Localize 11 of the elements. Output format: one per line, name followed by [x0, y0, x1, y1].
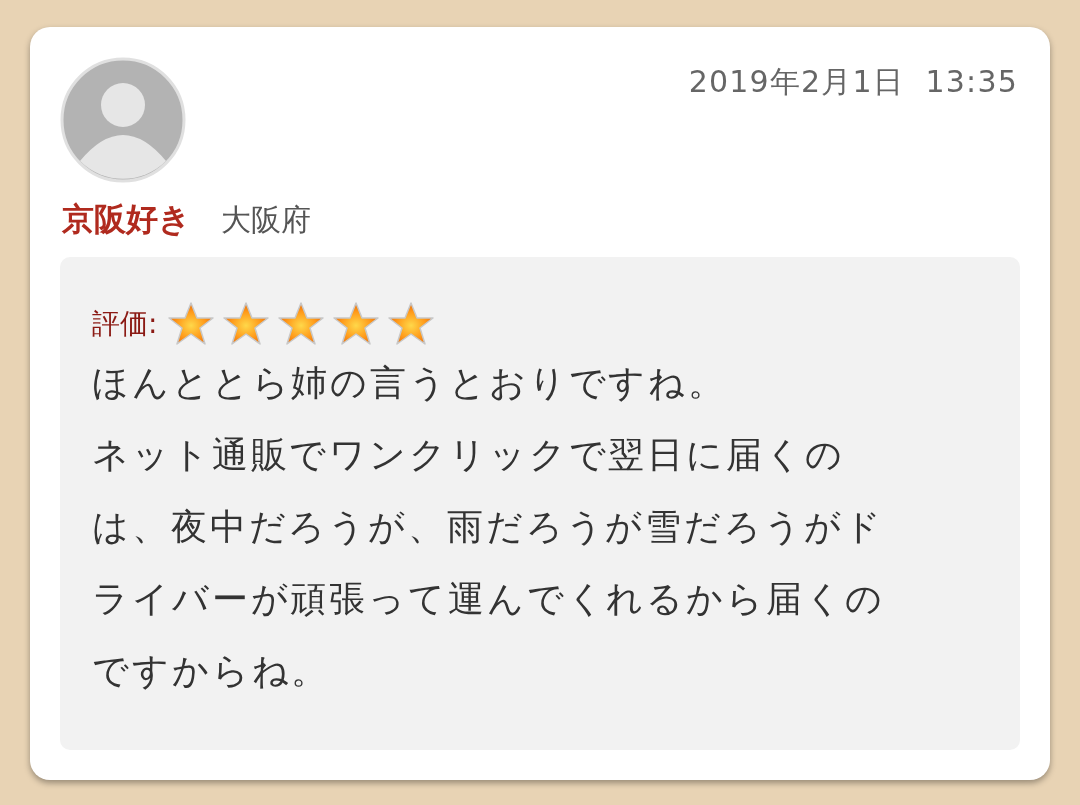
avatar-icon — [60, 57, 186, 183]
star-icon — [332, 301, 381, 347]
review-text: ほんととら姉の言うとおりですね。 ネット通販でワンクリックで翌日に届くの は、夜中だろうが、雨だろうが雪だろうがド ライバーが頑張って運んでくれるから届くの ですからね。 — [92, 361, 886, 693]
star-icon — [167, 301, 216, 347]
star-icon — [222, 301, 271, 347]
star-icon — [387, 301, 436, 347]
author-name: 京阪好き — [62, 199, 191, 240]
review-date: 2019年2月1日 13:35 — [688, 63, 1018, 101]
author-location: 大阪府 — [221, 201, 311, 239]
star-icon — [277, 301, 326, 347]
rating-label: 評価: — [92, 306, 158, 342]
